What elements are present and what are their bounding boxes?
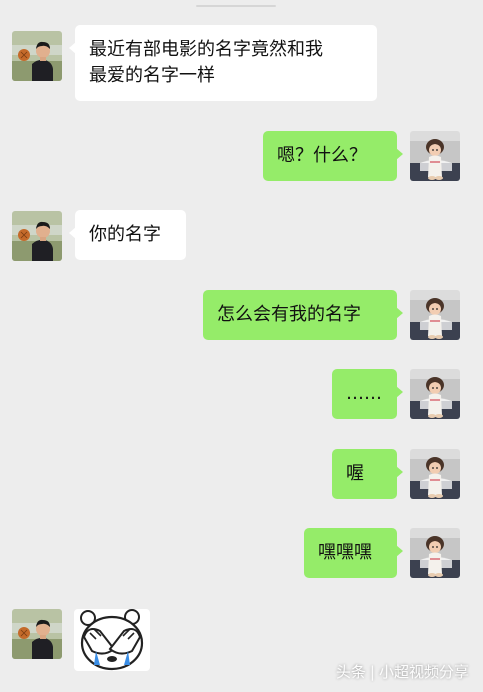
message-bubble-outgoing[interactable]: 喔 — [332, 449, 403, 499]
boy-avatar-icon — [12, 31, 62, 81]
watermark-separator: | — [369, 663, 375, 681]
my-avatar[interactable] — [410, 528, 460, 578]
message-text: 嘿嘿嘿 — [318, 542, 372, 563]
girl-avatar-icon — [410, 290, 460, 340]
message-text: 你的名字 — [89, 224, 161, 245]
watermark: 头条 | 小超视频分享 — [336, 661, 469, 682]
girl-avatar-icon — [410, 528, 460, 578]
my-avatar[interactable] — [410, 449, 460, 499]
message-text: 嗯？什么？ — [277, 145, 367, 166]
girl-avatar-icon — [410, 131, 460, 181]
contact-avatar[interactable] — [12, 609, 62, 659]
crying-bear-sticker[interactable] — [74, 609, 150, 671]
message-bubble-outgoing[interactable]: 嗯？什么？ — [263, 131, 403, 181]
boy-avatar-icon — [12, 211, 62, 261]
message-text-line: 最爱的名字一样 — [89, 65, 215, 86]
crying-bear-icon — [80, 609, 144, 671]
message-text: 怎么会有我的名字 — [217, 304, 361, 325]
watermark-source: 头条 — [335, 663, 366, 681]
watermark-author: 小超视频分享 — [378, 663, 469, 681]
message-text: 喔 — [346, 463, 364, 484]
status-divider — [196, 5, 276, 7]
girl-avatar-icon — [410, 369, 460, 419]
message-bubble-outgoing[interactable]: …… — [332, 369, 403, 419]
my-avatar[interactable] — [410, 369, 460, 419]
my-avatar[interactable] — [410, 290, 460, 340]
boy-avatar-icon — [12, 609, 62, 659]
message-text: …… — [346, 383, 382, 404]
message-bubble-incoming[interactable]: 最近有部电影的名字竟然和我 最爱的名字一样 — [69, 25, 377, 101]
message-text-line: 最近有部电影的名字竟然和我 — [89, 39, 323, 60]
message-bubble-incoming[interactable]: 你的名字 — [69, 210, 186, 260]
message-bubble-outgoing[interactable]: 嘿嘿嘿 — [304, 528, 403, 578]
contact-avatar[interactable] — [12, 31, 62, 81]
message-bubble-outgoing[interactable]: 怎么会有我的名字 — [203, 290, 403, 340]
my-avatar[interactable] — [410, 131, 460, 181]
girl-avatar-icon — [410, 449, 460, 499]
contact-avatar[interactable] — [12, 211, 62, 261]
